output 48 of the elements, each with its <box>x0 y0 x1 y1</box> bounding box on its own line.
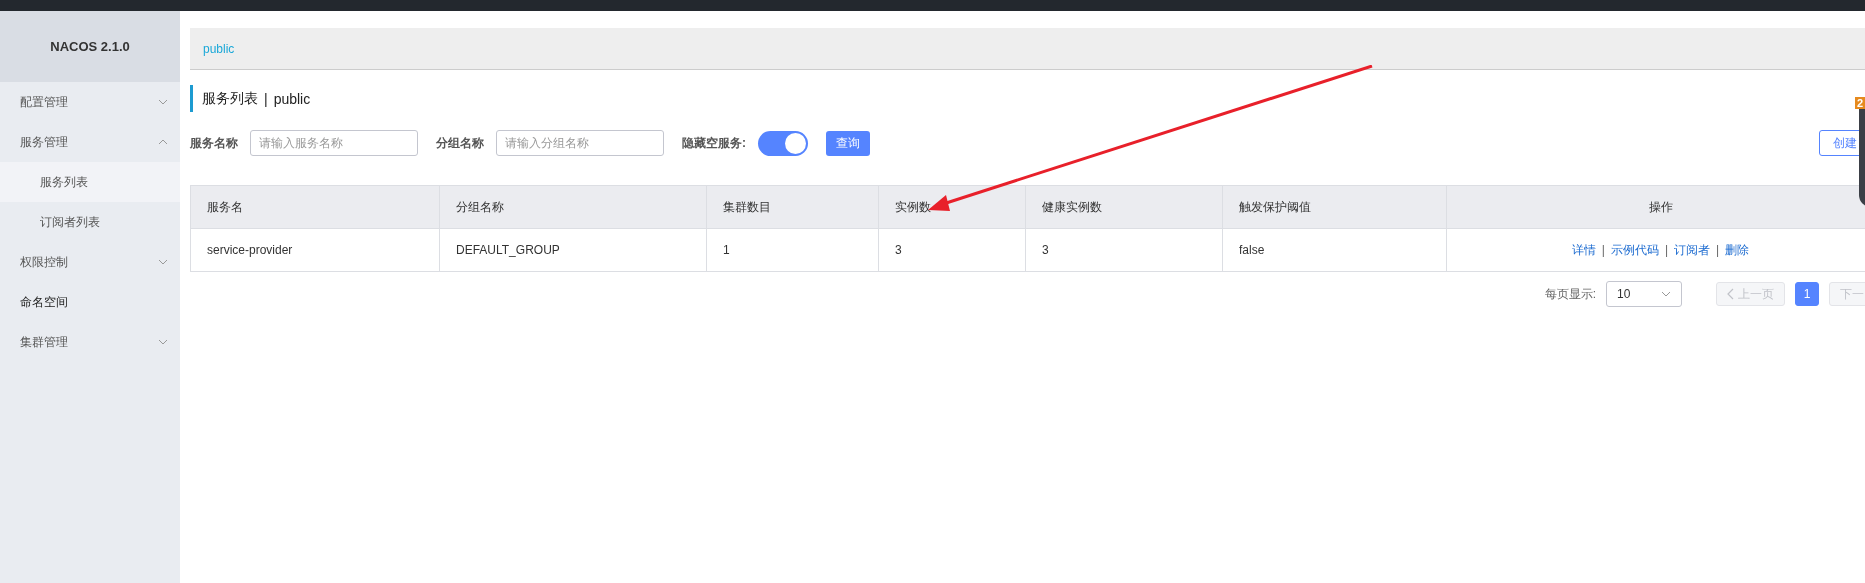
toggle-switch[interactable] <box>758 130 808 156</box>
column-header: 触发保护阈值 <box>1222 185 1447 229</box>
page-size-label: 每页显示: <box>1544 285 1596 303</box>
chevron-left-icon <box>1727 288 1734 300</box>
chevron-down-icon <box>158 259 168 265</box>
table-cell: service-provider <box>190 228 440 272</box>
column-header: 实例数 <box>878 185 1026 229</box>
hide-empty-label: 隐藏空服务: <box>682 134 746 152</box>
table-cell: 1 <box>706 228 879 272</box>
chevron-down-icon <box>1661 291 1671 297</box>
page-title: 服务列表 <box>202 89 258 108</box>
action-link[interactable]: 示例代码 <box>1610 242 1659 257</box>
column-header: 操作 <box>1446 185 1865 229</box>
widget-badge: 2 <box>1854 97 1865 109</box>
page-size-select[interactable]: 10 <box>1606 281 1682 307</box>
chevron-up-icon <box>158 139 168 145</box>
sidebar-item[interactable]: 权限控制 <box>0 242 180 282</box>
table-cell: 3 <box>878 228 1026 272</box>
column-header: 服务名 <box>190 185 440 229</box>
table-cell: 3 <box>1025 228 1223 272</box>
group-name-field[interactable]: 请输入分组名称 <box>496 130 664 156</box>
column-header: 集群数目 <box>706 185 879 229</box>
sidebar-subitem[interactable]: 服务列表 <box>0 162 180 202</box>
service-name-field[interactable]: 请输入服务名称 <box>250 130 418 156</box>
app-logo-text: NACOS 2.1.0 <box>50 39 130 54</box>
sidebar-subitem[interactable]: 订阅者列表 <box>0 202 180 242</box>
sidebar-item[interactable]: 集群管理 <box>0 322 180 362</box>
column-header: 健康实例数 <box>1025 185 1223 229</box>
sidebar-item[interactable]: 配置管理 <box>0 82 180 122</box>
title-separator: | <box>264 90 268 107</box>
action-separator: | <box>1716 242 1720 257</box>
namespace-name: public <box>273 90 311 107</box>
sidebar-item[interactable]: 命名空间 <box>0 282 180 322</box>
action-separator: | <box>1601 242 1605 257</box>
page-number-button[interactable]: 1 <box>1795 282 1819 306</box>
chevron-down-icon <box>158 339 168 345</box>
action-link[interactable]: 详情 <box>1571 242 1596 257</box>
sidebar-item[interactable]: 服务管理 <box>0 122 180 162</box>
action-link[interactable]: 删除 <box>1725 242 1750 257</box>
column-header: 分组名称 <box>439 185 707 229</box>
table-cell: false <box>1222 228 1447 272</box>
chevron-down-icon <box>158 99 168 105</box>
query-button[interactable]: 查询 <box>826 130 870 156</box>
service-name-label: 服务名称 <box>190 134 238 152</box>
action-separator: | <box>1664 242 1669 257</box>
group-name-label: 分组名称 <box>436 134 484 152</box>
action-link[interactable]: 订阅者 <box>1674 242 1711 257</box>
table-cell: DEFAULT_GROUP <box>439 228 707 272</box>
